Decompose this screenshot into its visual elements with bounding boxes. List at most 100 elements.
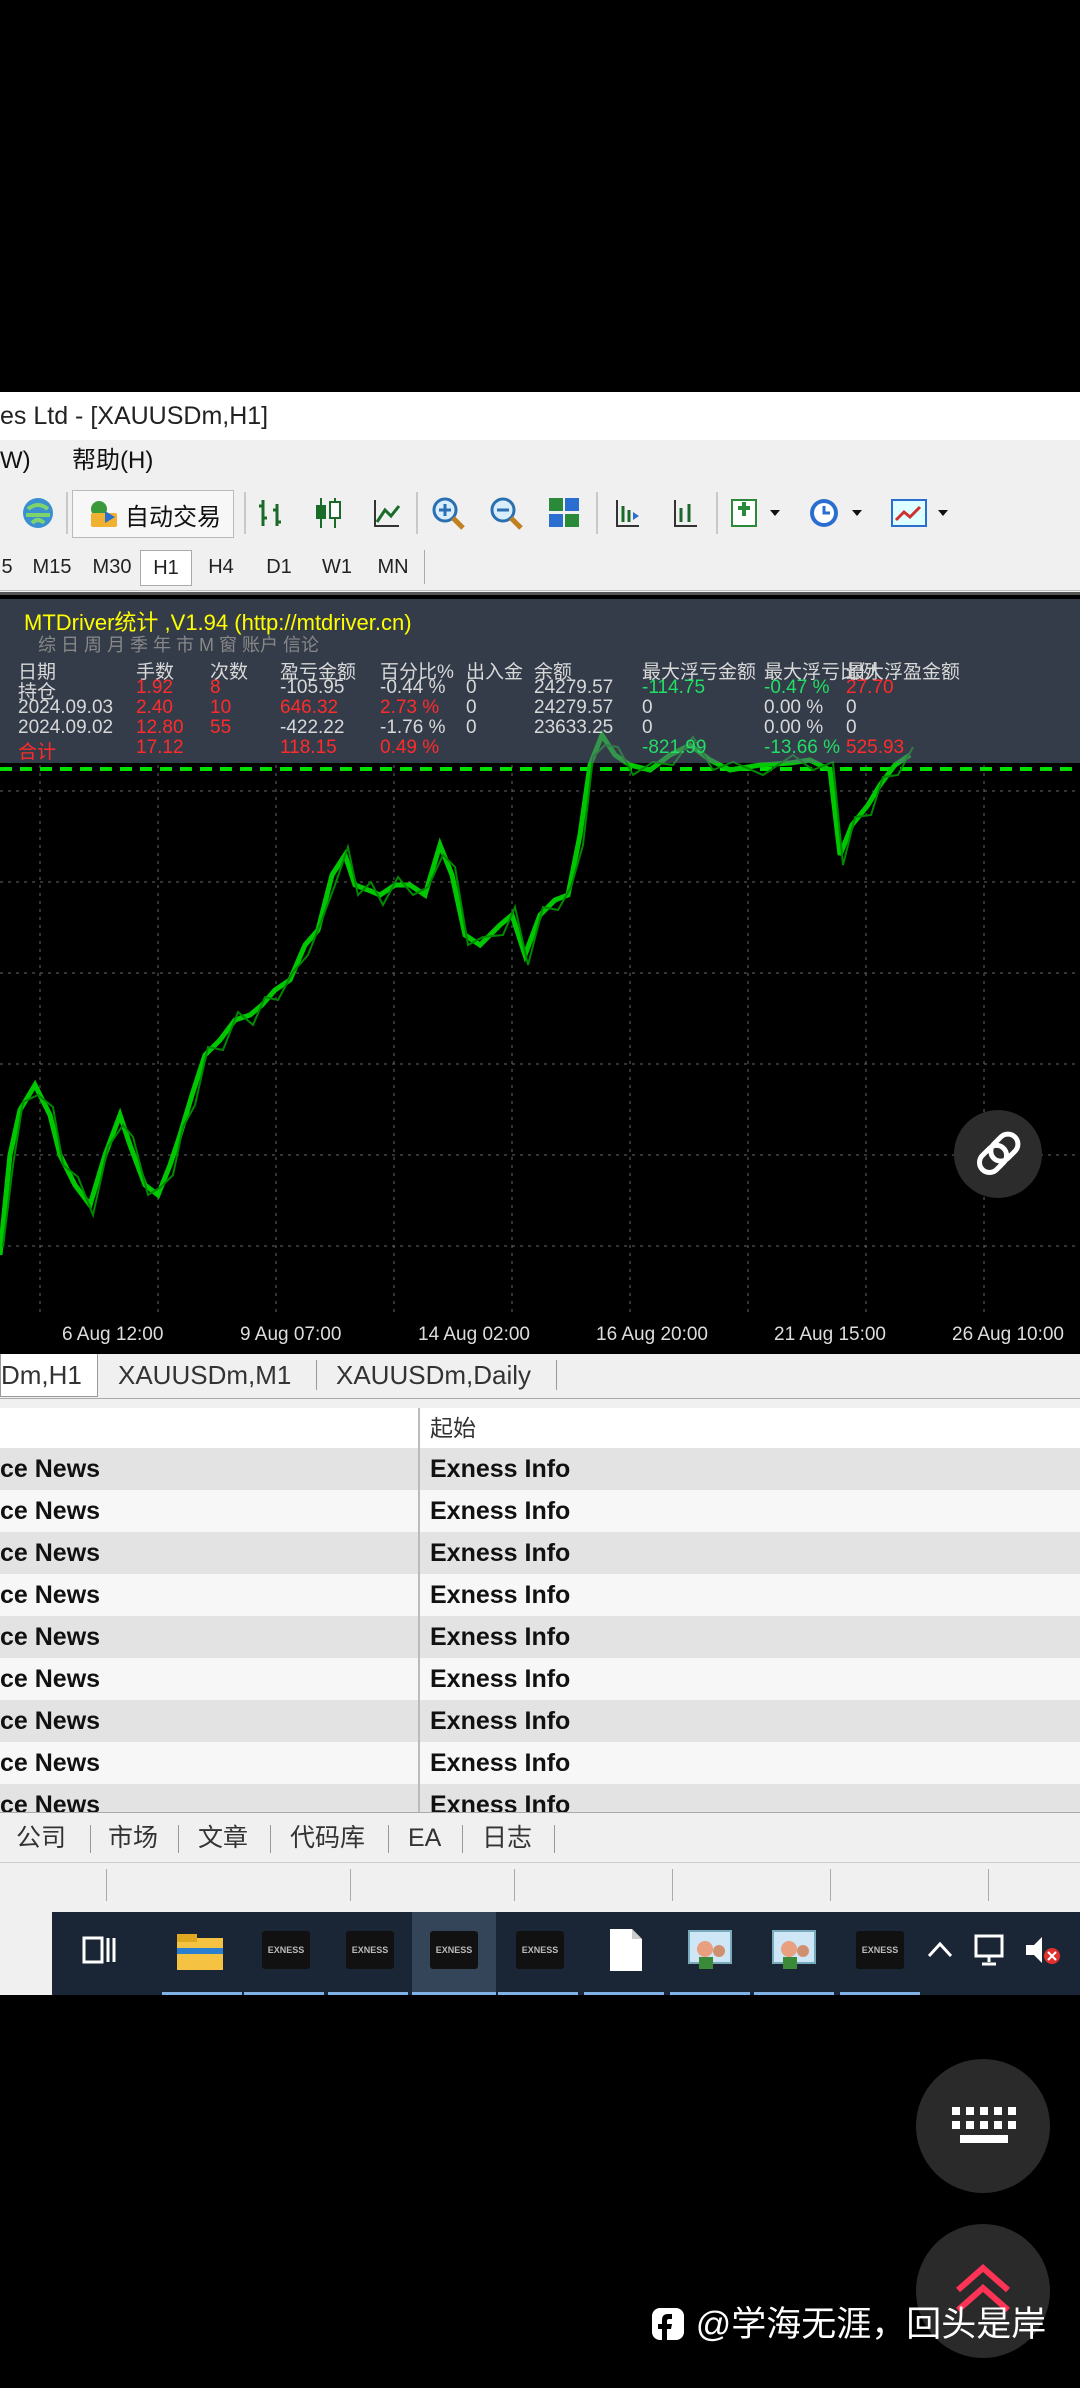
link-icon <box>977 1131 1021 1175</box>
stats-cell: 0 <box>846 717 857 738</box>
bar-chart-icon[interactable] <box>254 490 290 536</box>
tf-mn[interactable]: MN <box>368 550 418 584</box>
stats-cell: -13.66 % <box>764 737 841 758</box>
stats-cell: 27.70 <box>846 677 894 698</box>
chart-tab-daily[interactable]: XAUUSDm,Daily <box>336 1354 531 1396</box>
remote-desktop-icon[interactable] <box>682 1922 738 1978</box>
news-title-cell: ce News <box>0 1742 420 1784</box>
watermark-text: @学海无涯，回头是岸 <box>695 2305 1047 2344</box>
indicators-icon[interactable] <box>728 490 788 536</box>
indicator-tabs[interactable]: 综 日 周 月 季 年 市 M 窗 账户 信论 <box>38 631 319 657</box>
x-tick-label: 16 Aug 20:00 <box>596 1324 708 1345</box>
file-explorer-icon[interactable] <box>172 1922 228 1978</box>
network-icon[interactable] <box>970 1922 1014 1978</box>
exness-mt-icon[interactable]: EXNESS <box>852 1922 908 1978</box>
auto-trading-icon <box>91 501 117 527</box>
tab-code-base[interactable]: 代码库 <box>290 1813 365 1863</box>
stats-cell: -1.76 % <box>380 717 446 738</box>
auto-scroll-icon[interactable] <box>666 490 702 536</box>
stats-cell: 2024.09.03 <box>18 697 114 718</box>
chart-tab-h1[interactable]: Dm,H1 <box>0 1354 98 1397</box>
tab-ea[interactable]: EA <box>408 1813 441 1863</box>
link-button[interactable] <box>954 1110 1042 1198</box>
chart-tab-m1[interactable]: XAUUSDm,M1 <box>118 1354 291 1396</box>
remote-desktop-icon[interactable] <box>766 1922 822 1978</box>
chart-shift-icon[interactable] <box>608 490 644 536</box>
stats-cell: 24279.57 <box>534 677 614 698</box>
tab-market[interactable]: 市场 <box>108 1813 158 1863</box>
exness-mt-icon[interactable]: EXNESS <box>342 1922 398 1978</box>
tab-articles[interactable]: 文章 <box>198 1813 248 1863</box>
stats-cell: 55 <box>210 717 232 738</box>
tf-w1[interactable]: W1 <box>312 550 362 584</box>
table-header: 起始 <box>0 1408 1080 1448</box>
tf-m30[interactable]: M30 <box>84 550 140 584</box>
windows-taskbar: EXNESS EXNESS EXNESS EXNESS EXNESS <box>52 1912 1080 1995</box>
tf-m5[interactable]: 5 <box>0 550 14 584</box>
exness-mt-icon[interactable]: EXNESS <box>512 1922 568 1978</box>
news-source-cell: Exness Info <box>430 1749 571 1777</box>
chevron-up-icon[interactable] <box>920 1922 960 1978</box>
news-title-cell: ce News <box>0 1490 420 1532</box>
news-table: 起始 ce News Exness Info ce News Exness Info c… <box>0 1408 1080 1826</box>
news-title-cell: ce News <box>0 1616 420 1658</box>
toolbar: 自动交易 <box>0 482 1080 545</box>
table-row[interactable]: ce News Exness Info <box>0 1658 1080 1700</box>
stats-cell: -0.44 % <box>380 677 446 698</box>
tf-m15[interactable]: M15 <box>24 550 80 584</box>
menu-item-window[interactable]: W) <box>0 440 31 482</box>
news-source-cell: Exness Info <box>430 1665 571 1693</box>
terminal-tabs: 公司 市场 文章 代码库 EA 日志 <box>0 1812 1080 1863</box>
stats-cell: 525.93 <box>846 737 905 758</box>
volume-muted-icon[interactable] <box>1020 1922 1064 1978</box>
task-view-icon[interactable] <box>72 1922 128 1978</box>
x-tick-label: 21 Aug 15:00 <box>774 1324 886 1345</box>
stats-cell: -114.75 <box>642 677 706 698</box>
table-row[interactable]: ce News Exness Info <box>0 1532 1080 1574</box>
globe-icon[interactable] <box>16 490 60 536</box>
zoom-in-icon[interactable] <box>428 490 468 536</box>
templates-icon[interactable] <box>888 490 958 536</box>
stats-cell: -422.22 <box>280 717 345 738</box>
news-title-cell: ce News <box>0 1574 420 1616</box>
tab-company[interactable]: 公司 <box>16 1813 66 1863</box>
stats-cell: 24279.57 <box>534 697 614 718</box>
stats-cell: 10 <box>210 697 232 718</box>
tab-journal[interactable]: 日志 <box>482 1813 532 1863</box>
timeframe-bar: 5 M15 M30 H1 H4 D1 W1 MN <box>0 544 1080 591</box>
table-row[interactable]: ce News Exness Info <box>0 1574 1080 1616</box>
keyboard-button[interactable] <box>916 2059 1050 2193</box>
stats-cell: -0.47 % <box>764 677 830 698</box>
stats-cell: 8 <box>210 677 221 698</box>
stats-cell: 2024.09.02 <box>18 717 114 738</box>
stats-cell: 0.00 % <box>764 697 824 718</box>
auto-trading-button[interactable]: 自动交易 <box>72 490 234 538</box>
stats-cell: 12.80 <box>136 717 184 738</box>
zoom-out-icon[interactable] <box>486 490 526 536</box>
x-axis: 6 Aug 12:00 9 Aug 07:00 14 Aug 02:00 16 … <box>0 1316 1080 1354</box>
tf-h4[interactable]: H4 <box>196 550 246 584</box>
tile-windows-icon[interactable] <box>544 490 584 536</box>
tf-d1[interactable]: D1 <box>254 550 304 584</box>
news-source-cell: Exness Info <box>430 1623 571 1651</box>
news-source-cell: Exness Info <box>430 1581 571 1609</box>
table-row[interactable]: ce News Exness Info <box>0 1742 1080 1784</box>
candlestick-icon[interactable] <box>310 490 346 536</box>
line-chart-icon[interactable] <box>368 490 404 536</box>
document-icon[interactable] <box>598 1922 654 1978</box>
table-row[interactable]: ce News Exness Info <box>0 1448 1080 1490</box>
chart-tabs: Dm,H1 XAUUSDm,M1 XAUUSDm,Daily <box>0 1354 1080 1399</box>
periods-clock-icon[interactable] <box>806 490 870 536</box>
menu-item-help[interactable]: 帮助(H) <box>72 440 153 482</box>
exness-mt-icon[interactable]: EXNESS <box>258 1922 314 1978</box>
x-tick-label: 6 Aug 12:00 <box>62 1324 164 1345</box>
news-title-cell: ce News <box>0 1700 420 1742</box>
exness-mt-icon-active[interactable]: EXNESS <box>426 1922 482 1978</box>
table-row[interactable]: ce News Exness Info <box>0 1700 1080 1742</box>
table-row[interactable]: ce News Exness Info <box>0 1490 1080 1532</box>
table-row[interactable]: ce News Exness Info <box>0 1616 1080 1658</box>
price-chart[interactable]: MTDriver统计 ,V1.94 (http://mtdriver.cn) 综… <box>0 592 1080 1319</box>
platform-logo-icon <box>652 2308 684 2340</box>
tf-h1[interactable]: H1 <box>140 550 192 586</box>
window-title: es Ltd - [XAUUSDm,H1] <box>0 392 1080 441</box>
